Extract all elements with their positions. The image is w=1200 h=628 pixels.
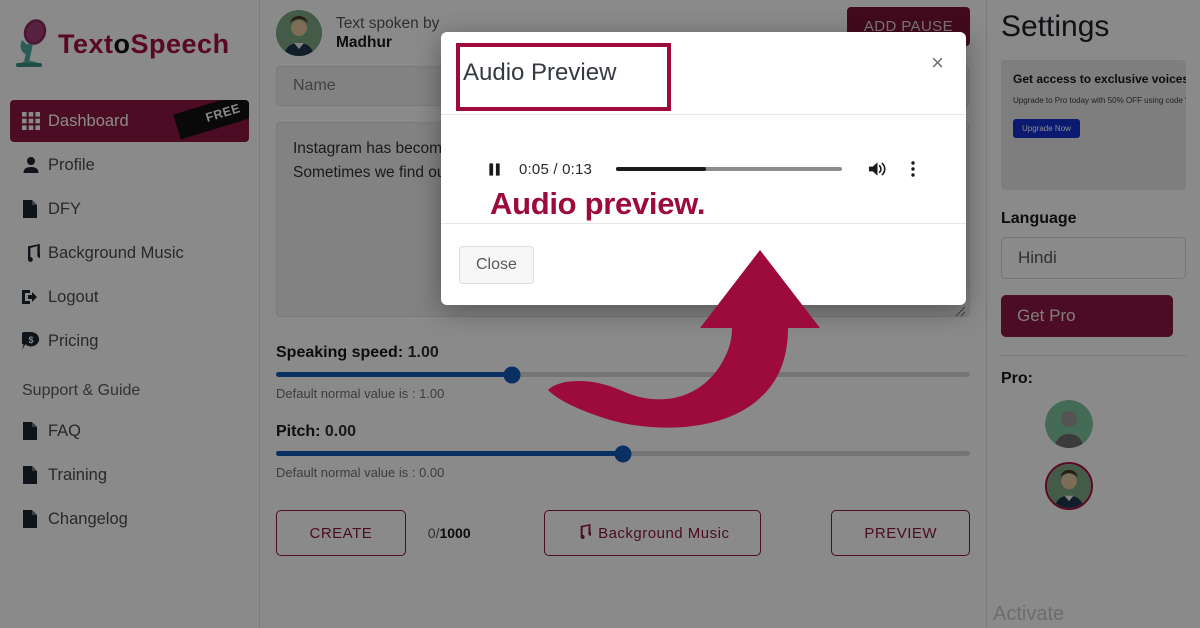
sidebar-item-changelog[interactable]: Changelog [10, 498, 249, 540]
avatar [276, 10, 322, 56]
pitch-fill [276, 451, 623, 456]
grid-icon [22, 112, 48, 130]
modal-footer: Close [441, 223, 966, 305]
speaking-speed-knob[interactable] [503, 366, 521, 383]
sidebar-item-label: Changelog [48, 509, 128, 528]
promo-card: Get access to exclusive voices and langu… [1001, 60, 1186, 190]
sidebar-item-label: FAQ [48, 421, 82, 440]
audio-time: 0:05 / 0:13 [519, 160, 593, 178]
sidebar-item-dashboard[interactable]: Dashboard FREE [10, 100, 249, 142]
audio-progress-slider[interactable] [616, 167, 842, 171]
background-music-label: Background Music [598, 524, 730, 542]
language-label: Language [1001, 210, 1077, 227]
sidebar-item-label: Pricing [48, 331, 99, 350]
music-note-icon [576, 523, 593, 543]
speaker-name: Madhur [336, 34, 392, 51]
user-icon [22, 156, 48, 174]
audio-player: 0:05 / 0:13 [459, 142, 948, 196]
document-icon [22, 466, 48, 484]
sidebar-section-title: Support & Guide [22, 382, 141, 399]
promo-body: Upgrade to Pro today with 50% OFF using … [1013, 95, 1186, 105]
music-note-icon [22, 244, 48, 262]
logout-icon [22, 288, 48, 306]
sidebar-item-label: Dashboard [48, 111, 129, 130]
voice-avatar-1[interactable] [1045, 400, 1093, 448]
divider [1001, 355, 1186, 356]
action-bar: CREATE 0/1000 Background Music PREVIEW [276, 510, 970, 556]
pitch-knob[interactable] [614, 445, 632, 462]
speaking-speed-hint: Default normal value is : 1.00 [276, 386, 445, 401]
activate-watermark: Activate [993, 603, 1065, 625]
sidebar-item-background-music[interactable]: Background Music [10, 232, 249, 274]
volume-high-icon[interactable] [866, 158, 888, 180]
brand-part-3: Speech [130, 28, 230, 59]
sidebar-item-label: Background Music [48, 243, 184, 262]
speaking-speed-fill [276, 372, 512, 377]
preview-button[interactable]: PREVIEW [831, 510, 970, 556]
counter-max: 1000 [439, 525, 471, 541]
free-badge: FREE [173, 100, 249, 140]
speaker-label: Text spoken by [336, 14, 440, 32]
pitch-title: Pitch: 0.00 [276, 423, 970, 441]
modal-body: 0:05 / 0:13 [441, 115, 966, 223]
pro-label: Pro: [1001, 370, 1033, 387]
modal-title: Audio Preview [463, 59, 617, 86]
pitch-value: 0.00 [324, 423, 357, 440]
price-tag-icon: $ [22, 332, 48, 350]
document-icon [22, 200, 48, 218]
upgrade-now-button[interactable]: Upgrade Now [1013, 118, 1080, 138]
sidebar-item-label: Profile [48, 155, 95, 174]
sidebar-item-pricing[interactable]: $ Pricing [10, 320, 249, 362]
more-vertical-icon[interactable] [902, 158, 924, 180]
settings-panel: Settings Get access to exclusive voices … [986, 0, 1200, 628]
brand-part-2: o [113, 28, 131, 59]
pitch-label: Pitch: [276, 423, 321, 440]
sidebar-item-label: DFY [48, 199, 81, 218]
document-icon [22, 422, 48, 440]
sidebar-item-faq[interactable]: FAQ [10, 410, 249, 452]
speaking-speed-title: Speaking speed: 1.00 [276, 344, 970, 362]
language-select[interactable]: Hindi [1001, 237, 1186, 279]
character-counter: 0/1000 [428, 525, 471, 541]
close-icon[interactable]: × [931, 52, 944, 74]
voice-avatar-2[interactable] [1045, 462, 1093, 510]
brand-part-1: Text [58, 28, 114, 59]
sidebar-item-profile[interactable]: Profile [10, 144, 249, 186]
background-music-button[interactable]: Background Music [544, 510, 762, 556]
sidebar-item-label: Logout [48, 287, 99, 306]
app-root: TextoSpeech Dashboard FREE Profile DFY B… [0, 0, 1200, 628]
svg-text:$: $ [28, 335, 33, 345]
brand-title: TextoSpeech [58, 29, 230, 60]
brand-logo-area[interactable]: TextoSpeech [0, 0, 259, 84]
microphone-icon [10, 18, 56, 70]
speaking-speed-value: 1.00 [407, 344, 439, 361]
sidebar-item-training[interactable]: Training [10, 454, 249, 496]
promo-heading: Get access to exclusive voices and langu… [1013, 72, 1186, 86]
sidebar-nav: Dashboard FREE Profile DFY Background Mu… [0, 84, 259, 540]
speaking-speed-label: Speaking speed: [276, 344, 404, 361]
sidebar-item-dfy[interactable]: DFY [10, 188, 249, 230]
pause-icon[interactable] [483, 158, 505, 180]
modal-header: Audio Preview × [441, 32, 966, 115]
sidebar: TextoSpeech Dashboard FREE Profile DFY B… [0, 0, 260, 628]
pitch-block: Pitch: 0.00 Default normal value is : 0.… [276, 423, 970, 480]
audio-progress-fill [616, 167, 707, 171]
sidebar-item-label: Training [48, 465, 107, 484]
audio-preview-modal: Audio Preview × 0:05 / 0:13 Close [441, 32, 966, 305]
pitch-slider[interactable] [276, 445, 970, 462]
sidebar-item-logout[interactable]: Logout [10, 276, 249, 318]
settings-title: Settings [1001, 10, 1110, 43]
speaking-speed-slider[interactable] [276, 366, 970, 383]
counter-current: 0 [427, 525, 436, 541]
get-pro-button[interactable]: Get Pro [1001, 295, 1173, 337]
pro-voice-list [1001, 400, 1186, 510]
close-button[interactable]: Close [459, 245, 534, 284]
pitch-hint: Default normal value is : 0.00 [276, 465, 445, 480]
speaking-speed-block: Speaking speed: 1.00 Default normal valu… [276, 344, 970, 401]
create-button[interactable]: CREATE [276, 510, 406, 556]
speaker-meta: Text spoken by Madhur [336, 14, 439, 53]
document-icon [22, 510, 48, 528]
